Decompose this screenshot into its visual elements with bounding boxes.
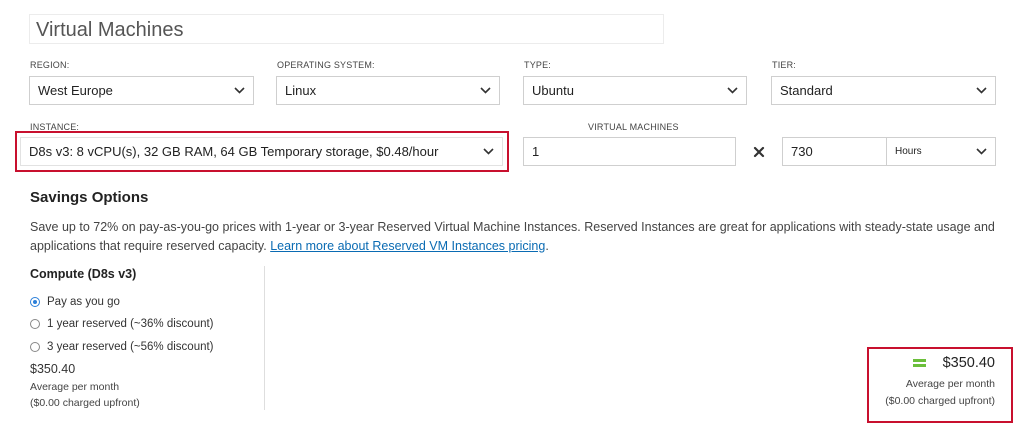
option-label: Pay as you go bbox=[47, 296, 120, 308]
chevron-down-icon bbox=[480, 77, 491, 104]
option-label: 1 year reserved (~36% discount) bbox=[47, 318, 214, 330]
vm-count-input[interactable]: 1 bbox=[523, 137, 736, 166]
region-select[interactable]: West Europe bbox=[29, 76, 254, 105]
column-divider bbox=[264, 266, 265, 410]
radio-unselected[interactable] bbox=[30, 342, 40, 352]
compute-upfront-note: ($0.00 charged upfront) bbox=[30, 397, 140, 409]
tier-select[interactable]: Standard bbox=[771, 76, 996, 105]
radio-selected[interactable] bbox=[30, 297, 40, 307]
total-amount: $350.40 bbox=[942, 355, 995, 371]
equals-icon bbox=[913, 359, 926, 367]
chevron-down-icon bbox=[483, 138, 494, 165]
type-label: TYPE: bbox=[524, 60, 552, 70]
hours-unit-select[interactable]: Hours bbox=[886, 137, 996, 166]
os-label: OPERATING SYSTEM: bbox=[277, 60, 375, 70]
radio-unselected[interactable] bbox=[30, 319, 40, 329]
type-select[interactable]: Ubuntu bbox=[523, 76, 747, 105]
tier-label: TIER: bbox=[772, 60, 797, 70]
os-select[interactable]: Linux bbox=[276, 76, 500, 105]
chevron-down-icon bbox=[976, 77, 987, 104]
hours-unit-value: Hours bbox=[895, 146, 922, 157]
region-label: REGION: bbox=[30, 60, 70, 70]
link-suffix: . bbox=[545, 239, 549, 253]
option-pay-as-you-go[interactable]: Pay as you go bbox=[30, 296, 120, 308]
chevron-down-icon bbox=[727, 77, 738, 104]
savings-description: Save up to 72% on pay-as-you-go prices w… bbox=[30, 218, 1000, 256]
total-summary: $350.40 Average per month ($0.00 charged… bbox=[867, 347, 1013, 423]
vm-count-label: VIRTUAL MACHINES bbox=[588, 122, 679, 132]
page-title: Virtual Machines bbox=[29, 14, 664, 44]
region-value: West Europe bbox=[38, 83, 113, 98]
compute-price: $350.40 bbox=[30, 362, 76, 376]
type-value: Ubuntu bbox=[532, 83, 574, 98]
chevron-down-icon bbox=[976, 138, 987, 165]
savings-title: Savings Options bbox=[30, 189, 149, 206]
total-upfront: ($0.00 charged upfront) bbox=[885, 395, 995, 407]
hours-input[interactable]: 730 bbox=[782, 137, 887, 166]
option-3-year-reserved[interactable]: 3 year reserved (~56% discount) bbox=[30, 341, 214, 353]
compute-title: Compute (D8s v3) bbox=[30, 267, 137, 281]
times-icon bbox=[753, 146, 765, 158]
instance-select[interactable]: D8s v3: 8 vCPU(s), 32 GB RAM, 64 GB Temp… bbox=[20, 137, 503, 166]
tier-value: Standard bbox=[780, 83, 833, 98]
os-value: Linux bbox=[285, 83, 317, 98]
total-note: Average per month bbox=[905, 378, 995, 390]
compute-price-note: Average per month bbox=[30, 381, 120, 393]
option-1-year-reserved[interactable]: 1 year reserved (~36% discount) bbox=[30, 318, 214, 330]
chevron-down-icon bbox=[234, 77, 245, 104]
reserved-pricing-link[interactable]: Learn more about Reserved VM Instances p… bbox=[270, 239, 545, 253]
instance-value: D8s v3: 8 vCPU(s), 32 GB RAM, 64 GB Temp… bbox=[29, 144, 439, 159]
option-label: 3 year reserved (~56% discount) bbox=[47, 341, 214, 353]
